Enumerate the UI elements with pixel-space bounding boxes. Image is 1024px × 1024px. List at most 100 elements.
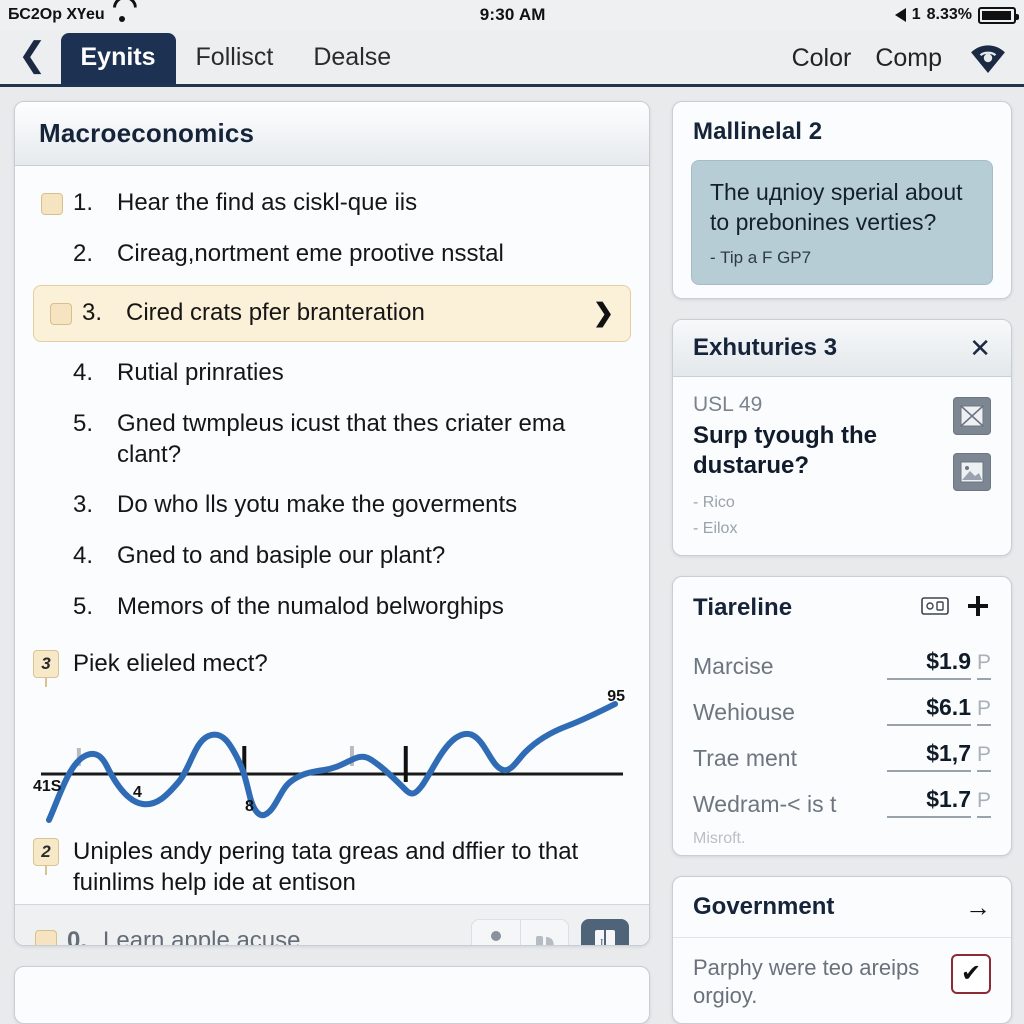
item-number: 5. bbox=[73, 592, 94, 620]
bar-chart-icon[interactable] bbox=[520, 920, 568, 946]
item-checkbox[interactable] bbox=[50, 302, 72, 325]
row-unit: P bbox=[976, 651, 991, 680]
plus-icon[interactable] bbox=[965, 593, 991, 624]
list-item[interactable]: 2. Cireag,nortment eme prootive nsstal bbox=[23, 229, 641, 280]
envelope-x-icon[interactable] bbox=[953, 396, 991, 435]
right-column: Mallinelal 2 The uдnioy sperial about to… bbox=[672, 101, 1012, 1024]
exhuturies-panel: Exhuturies 3 ✕ USL 49 Surp tyough the du… bbox=[672, 318, 1012, 556]
row-unit: P bbox=[976, 789, 991, 818]
nav-tabs: Eynits Follisct Dealse bbox=[60, 33, 412, 84]
item-label: Memors of the numalod belworghips bbox=[117, 592, 504, 620]
chart-label-95: 95 bbox=[607, 687, 625, 705]
item-label: Cireag,nortment eme prootive nsstal bbox=[117, 239, 504, 267]
quote-panel: Mallinelal 2 The uдnioy sperial about to… bbox=[672, 101, 1012, 299]
chart-label-8: 8 bbox=[245, 797, 254, 815]
list-item[interactable]: 4. Gned to and basiple our plant? bbox=[23, 531, 641, 582]
list-item[interactable]: 5. Memors of the numalod belworghips bbox=[23, 582, 641, 633]
alarm-count: 1 bbox=[911, 6, 921, 23]
tab-dealse[interactable]: Dealse bbox=[293, 33, 411, 84]
close-icon[interactable]: ✕ bbox=[969, 335, 991, 361]
macroeconomics-card: Macroeconomics 1. Hear the find as ciskl… bbox=[14, 101, 650, 947]
item-label: Gned twmpleus icust that thes criater em… bbox=[117, 409, 566, 468]
list-item[interactable]: 3. Do who lls yotu make the goverments bbox=[23, 480, 641, 531]
pin-marker: 3 bbox=[33, 650, 59, 679]
annotation-text: Piek elieled mect? bbox=[73, 650, 268, 678]
item-label: Rutial prinraties bbox=[117, 359, 284, 387]
page-title: Macroeconomics bbox=[39, 118, 255, 148]
id-card-icon[interactable] bbox=[921, 595, 951, 622]
chart-label-left: 41S bbox=[33, 777, 62, 795]
row-label: Marcise bbox=[693, 652, 774, 679]
bullet-item: - Eilox bbox=[693, 519, 738, 537]
item-number: 1. bbox=[73, 189, 94, 216]
traceline-panel-title: Tiareline bbox=[693, 594, 793, 622]
tab-follisct[interactable]: Follisct bbox=[176, 33, 294, 84]
back-button[interactable]: ❮ bbox=[14, 38, 61, 84]
status-bar: БС2Ор ХҮеu 9:30 AM 1 8.33% bbox=[0, 0, 1024, 30]
government-panel-title: Government bbox=[693, 892, 835, 920]
quote-text: The uдnioy sperial about to prebonines v… bbox=[710, 179, 963, 236]
nav-link-comp[interactable]: Comp bbox=[875, 44, 942, 73]
table-row[interactable]: Wedram-< is t $1.7 P bbox=[693, 780, 991, 826]
check-icon-button[interactable]: ✔ bbox=[951, 953, 991, 994]
traceline-rows: Marcise $1.9 P Wehiouse $6.1 P Trae ment… bbox=[673, 638, 1011, 855]
list-item[interactable]: 1. Hear the find as ciskl-que iis bbox=[23, 178, 641, 229]
segmented-control bbox=[471, 919, 569, 946]
nav-bar: ❮ Eynits Follisct Dealse Color Comp bbox=[0, 30, 1024, 87]
item-checkbox[interactable] bbox=[41, 193, 63, 215]
government-panel: Government → Parphy were teo areips orgi… bbox=[672, 875, 1012, 1024]
trend-line-chart[interactable]: 41S 4 8 95 bbox=[33, 686, 631, 826]
wifi-icon bbox=[113, 8, 131, 22]
bullet-item: - Rico bbox=[693, 494, 735, 511]
person-icon[interactable] bbox=[472, 920, 520, 945]
footer-number: 0. bbox=[67, 927, 88, 947]
chart-block: 3 Piek elieled mect? 41S 4 8 95 2 Uniple… bbox=[15, 638, 649, 904]
footer-checkbox[interactable] bbox=[35, 930, 57, 946]
svg-text:L: L bbox=[600, 937, 607, 946]
row-value: $1,7 bbox=[886, 740, 971, 772]
exhuturies-kicker: USL 49 bbox=[693, 392, 763, 416]
chevron-down-icon[interactable]: ❯ bbox=[583, 301, 614, 326]
clock-label: 9:30 AM bbox=[479, 5, 546, 24]
status-bar-left: БС2Ор ХҮеu bbox=[8, 6, 131, 24]
table-row[interactable]: Marcise $1.9 P bbox=[693, 642, 991, 688]
exhuturies-headline: Surp tyough the dustarue? bbox=[693, 421, 877, 480]
nav-right-actions: Color Comp bbox=[792, 43, 1010, 84]
list-item[interactable]: 5. Gned twmpleus icust that thes criater… bbox=[23, 399, 641, 480]
table-row[interactable]: Trae ment $1,7 P bbox=[693, 734, 991, 780]
list-item[interactable]: 4. Rutial prinraties bbox=[23, 348, 641, 399]
carrier-label: БС2Ор ХҮеu bbox=[8, 6, 105, 23]
exhuturies-panel-body: USL 49 Surp tyough the dustarue? - Rico … bbox=[673, 377, 1011, 555]
chart-line-series bbox=[45, 700, 619, 823]
list-item-selected[interactable]: 3. Cired crats pfer branteration ❯ bbox=[33, 285, 631, 343]
item-number: 4. bbox=[73, 359, 94, 387]
exhuturies-icon-column bbox=[953, 393, 991, 542]
government-panel-header[interactable]: Government → bbox=[673, 877, 1011, 938]
nav-link-color[interactable]: Color bbox=[792, 44, 852, 73]
battery-icon bbox=[978, 6, 1019, 24]
item-number: 5. bbox=[73, 409, 94, 437]
row-unit: P bbox=[976, 743, 991, 772]
table-row[interactable]: Wehiouse $6.1 P bbox=[693, 688, 991, 734]
row-label: Trae ment bbox=[693, 744, 797, 771]
quote-panel-title: Mallinelal 2 bbox=[693, 118, 823, 145]
pin-marker: 2 bbox=[33, 837, 59, 866]
status-bar-right: 1 8.33% bbox=[894, 6, 1019, 24]
item-number: 3. bbox=[73, 491, 94, 519]
card-header: Macroeconomics bbox=[15, 102, 649, 166]
exhuturies-bullets: - Rico - Eilox bbox=[693, 490, 941, 541]
secondary-card-stub[interactable] bbox=[14, 966, 650, 1024]
left-column: Macroeconomics 1. Hear the find as ciskl… bbox=[14, 101, 650, 1024]
chart-annotation-top: 3 Piek elieled mect? bbox=[33, 642, 631, 685]
chart-svg bbox=[40, 700, 624, 823]
quote-panel-header: Mallinelal 2 bbox=[673, 102, 1011, 160]
image-icon[interactable] bbox=[953, 452, 991, 491]
traceline-note: Misroft. bbox=[693, 829, 746, 847]
traceline-panel: Tiareline Marcise $1.9 P Wehiouse $6.1 P… bbox=[672, 575, 1012, 856]
annotation-text: Uniples andy pering tata greas and dffie… bbox=[73, 837, 579, 896]
row-unit: P bbox=[976, 697, 991, 726]
wifi-filled-icon[interactable] bbox=[966, 43, 1010, 73]
arrow-right-icon[interactable]: → bbox=[965, 894, 991, 920]
book-icon-button[interactable]: L bbox=[581, 919, 629, 946]
tab-eynits[interactable]: Eynits bbox=[60, 33, 176, 84]
